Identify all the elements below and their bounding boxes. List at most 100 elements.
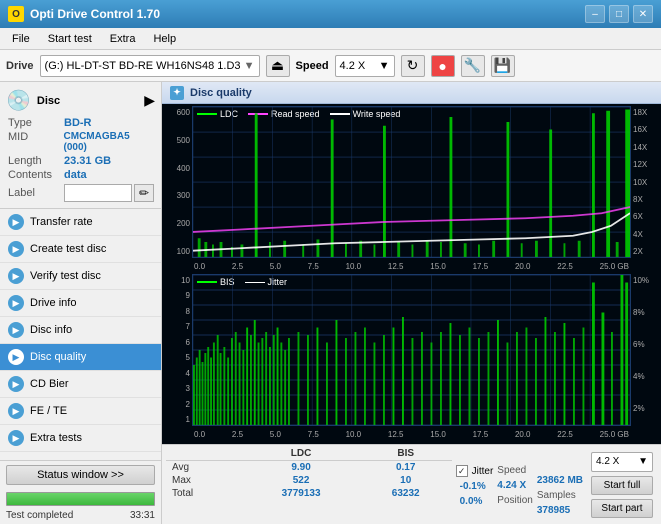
app-icon: O <box>8 6 24 22</box>
max-label: Max <box>166 474 242 487</box>
disc-header: 💿 Disc ▶ <box>6 88 155 113</box>
nav-drive-info[interactable]: ▶ Drive info <box>0 290 161 317</box>
speed-section: Speed 4.24 X Position <box>497 447 533 522</box>
start-full-button[interactable]: Start full <box>591 476 653 495</box>
nav-create-test-disc[interactable]: ▶ Create test disc <box>0 236 161 263</box>
status-window-button[interactable]: Status window >> <box>6 465 155 485</box>
total-label: Total <box>166 487 242 500</box>
disc-mid-label: MID <box>8 131 64 153</box>
start-part-label: Start part <box>601 503 642 514</box>
col-header-ldc: LDC <box>242 447 359 461</box>
avg-bis: 0.17 <box>360 461 452 475</box>
avg-label: Avg <box>166 461 242 475</box>
disc-type-label: Type <box>8 117 64 129</box>
disc-type-value: BD-R <box>64 117 92 129</box>
speed-value: 4.2 X <box>340 60 366 72</box>
disc-mid-row: MID CMCMAGBA5 (000) <box>6 131 155 153</box>
nav-transfer-rate-label: Transfer rate <box>30 216 93 228</box>
nav-transfer-rate-icon: ▶ <box>8 214 24 230</box>
disc-type-row: Type BD-R <box>6 117 155 129</box>
status-text-row: Test completed 33:31 <box>0 509 161 524</box>
nav-disc-quality[interactable]: ▶ Disc quality <box>0 344 161 371</box>
settings-button1[interactable]: ● <box>431 55 455 77</box>
disc-title: Disc <box>37 95 60 107</box>
nav-transfer-rate[interactable]: ▶ Transfer rate <box>0 209 161 236</box>
minimize-button[interactable]: – <box>585 5 605 23</box>
disc-label-label: Label <box>8 187 64 199</box>
status-time: 33:31 <box>130 510 155 521</box>
nav-create-test-disc-label: Create test disc <box>30 243 106 255</box>
progress-bar-fill <box>7 493 154 505</box>
jitter-max: 0.0% <box>456 496 494 507</box>
nav-verify-test-disc[interactable]: ▶ Verify test disc <box>0 263 161 290</box>
chart1-main: LDC Read speed Write speed <box>192 106 631 258</box>
disc-header-icon[interactable]: ▶ <box>144 92 155 109</box>
disc-panel: 💿 Disc ▶ Type BD-R MID CMCMAGBA5 (000) L… <box>0 82 161 209</box>
nav-extra-tests-icon: ▶ <box>8 430 24 446</box>
chart2-y-right: 10% 8% 6% 4% 2% <box>631 274 659 426</box>
position-section: 23862 MB Samples 378985 <box>537 447 583 522</box>
disc-length-value: 23.31 GB <box>64 155 111 167</box>
disc-quality-title: Disc quality <box>190 87 252 99</box>
jitter-checkbox[interactable]: ✓ <box>456 465 468 477</box>
disc-label-edit-button[interactable]: ✏ <box>134 184 154 202</box>
action-speed-select[interactable]: 4.2 X ▼ <box>591 452 653 472</box>
maximize-button[interactable]: □ <box>609 5 629 23</box>
disc-label-row: Label ✏ <box>6 184 155 202</box>
position-value: 23862 MB <box>537 475 583 486</box>
menu-start-test[interactable]: Start test <box>40 31 100 47</box>
refresh-button[interactable]: ↻ <box>401 55 425 77</box>
nav-cd-bier[interactable]: ▶ CD Bier <box>0 371 161 398</box>
stats-total-row: Total 3779133 63232 <box>166 487 452 500</box>
position-header: Position <box>497 495 533 506</box>
disc-label-input[interactable] <box>64 184 132 202</box>
disc-quality-header: ✦ Disc quality <box>162 82 661 104</box>
main-container: 💿 Disc ▶ Type BD-R MID CMCMAGBA5 (000) L… <box>0 82 661 524</box>
disc-contents-row: Contents data <box>6 169 155 181</box>
nav-fe-te[interactable]: ▶ FE / TE <box>0 398 161 425</box>
speed-arrow-icon: ▼ <box>379 60 390 72</box>
title-bar: O Opti Drive Control 1.70 – □ ✕ <box>0 0 661 28</box>
charts-container: 600 500 400 300 200 100 LDC <box>162 104 661 444</box>
stats-max-row: Max 522 10 <box>166 474 452 487</box>
disc-quality-icon: ✦ <box>170 86 184 100</box>
disc-length-row: Length 23.31 GB <box>6 155 155 167</box>
nav-drive-info-label: Drive info <box>30 297 76 309</box>
save-button[interactable]: 💾 <box>491 55 515 77</box>
nav-verify-test-disc-label: Verify test disc <box>30 270 101 282</box>
drive-select[interactable]: (G:) HL-DT-ST BD-RE WH16NS48 1.D3 ▼ <box>40 55 260 77</box>
nav-extra-tests[interactable]: ▶ Extra tests <box>0 425 161 452</box>
chart1-x-axis: 0.0 2.5 5.0 7.5 10.0 12.5 15.0 17.5 20.0… <box>192 258 631 274</box>
menu-help[interactable]: Help <box>145 31 184 47</box>
speed-select[interactable]: 4.2 X ▼ <box>335 55 395 77</box>
content-area: ✦ Disc quality 600 500 400 300 200 100 <box>162 82 661 524</box>
drive-label: Drive <box>6 60 34 72</box>
sidebar: 💿 Disc ▶ Type BD-R MID CMCMAGBA5 (000) L… <box>0 82 162 524</box>
nav-items: ▶ Transfer rate ▶ Create test disc ▶ Ver… <box>0 209 161 460</box>
settings-button2[interactable]: 🔧 <box>461 55 485 77</box>
speed-header: Speed <box>497 465 533 476</box>
nav-disc-quality-label: Disc quality <box>30 351 86 363</box>
chart1-y-right: 18X 16X 14X 12X 10X 8X 6X 4X 2X <box>631 106 659 258</box>
stats-avg-row: Avg 9.90 0.17 <box>166 461 452 475</box>
max-ldc: 522 <box>242 474 359 487</box>
col-header-bis: BIS <box>360 447 452 461</box>
nav-disc-info[interactable]: ▶ Disc info <box>0 317 161 344</box>
eject-button[interactable]: ⏏ <box>266 55 290 77</box>
menu-file[interactable]: File <box>4 31 38 47</box>
nav-disc-info-icon: ▶ <box>8 322 24 338</box>
avg-ldc: 9.90 <box>242 461 359 475</box>
jitter-section: ✓ Jitter -0.1% 0.0% <box>456 447 494 522</box>
start-full-label: Start full <box>604 480 641 491</box>
nav-create-test-disc-icon: ▶ <box>8 241 24 257</box>
chart2-y-left: 10 9 8 7 6 5 4 3 2 1 <box>164 274 192 426</box>
chart2-main: BIS Jitter <box>192 274 631 426</box>
menu-extra[interactable]: Extra <box>102 31 144 47</box>
nav-fe-te-label: FE / TE <box>30 405 67 417</box>
status-window-label: Status window >> <box>37 469 124 481</box>
start-part-button[interactable]: Start part <box>591 499 653 518</box>
close-button[interactable]: ✕ <box>633 5 653 23</box>
jitter-check-row: ✓ Jitter <box>456 465 494 477</box>
stats-bar: LDC BIS Avg 9.90 0.17 Max 522 <box>162 444 661 524</box>
max-bis: 10 <box>360 474 452 487</box>
